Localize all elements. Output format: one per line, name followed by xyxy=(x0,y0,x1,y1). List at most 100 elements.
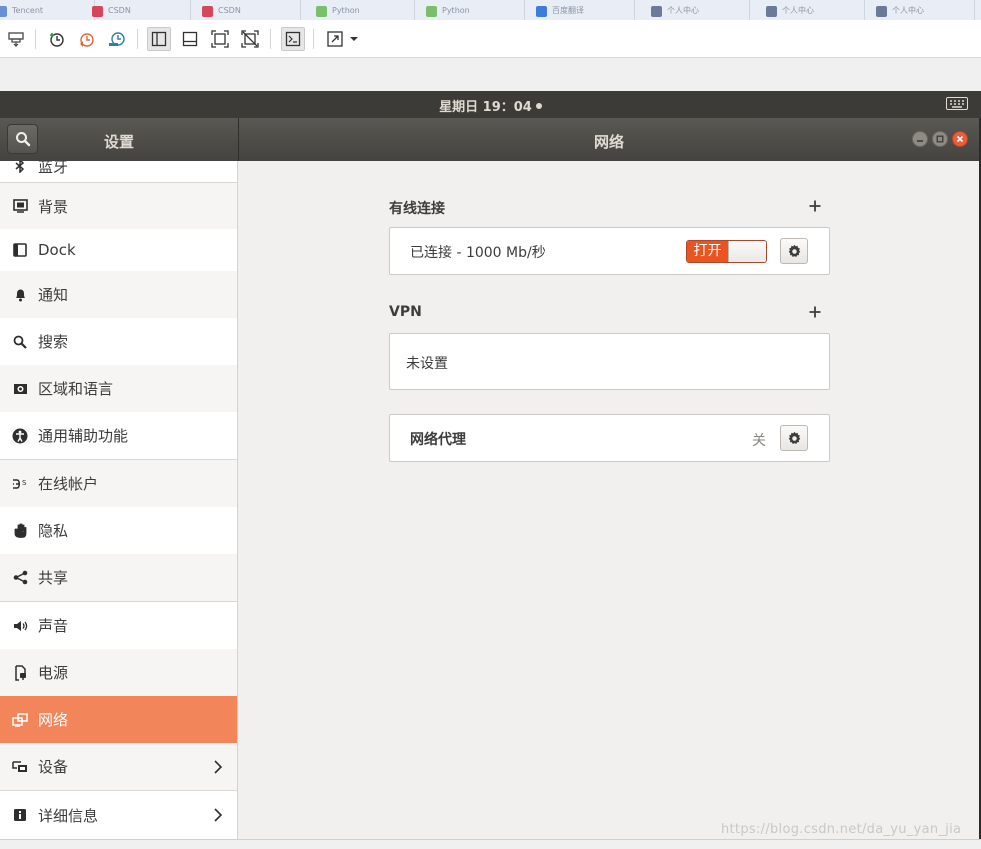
speaker-icon xyxy=(0,619,38,633)
vpn-section-title: VPN xyxy=(389,304,422,320)
wired-section-title: 有线连接 xyxy=(389,201,445,217)
sidebar-title: 设置 xyxy=(103,133,134,151)
chevron-down-icon[interactable] xyxy=(347,27,361,51)
devices-icon xyxy=(0,760,38,774)
tab-favicon-icon xyxy=(766,6,777,17)
wired-settings-button[interactable] xyxy=(780,238,808,264)
fullscreen-icon[interactable] xyxy=(208,27,232,51)
hand-icon xyxy=(0,523,38,538)
background-icon xyxy=(0,199,38,213)
maximize-button[interactable] xyxy=(932,131,948,147)
sidebar-item-bluetooth[interactable]: 蓝牙 xyxy=(0,161,237,183)
sidebar-item-privacy[interactable]: 隐私 xyxy=(0,507,237,554)
gear-icon xyxy=(788,431,800,444)
sidebar-item-background[interactable]: 背景 xyxy=(0,183,237,229)
network-panel: 有线连接 已连接 - 1000 Mb/秒 打开 VPN 未设置 网络代理 关 xyxy=(239,161,979,839)
network-icon xyxy=(0,712,38,727)
close-button[interactable] xyxy=(952,131,968,147)
header-bar: 设置 网络 xyxy=(0,118,979,161)
close-icon xyxy=(956,135,964,143)
sidebar-item-region-language[interactable]: 区域和语言 xyxy=(0,365,237,412)
host-tab[interactable]: Python xyxy=(310,0,415,20)
sidebar-view-icon[interactable] xyxy=(147,27,171,51)
sidebar-item-online-accounts[interactable]: S 在线帐户 xyxy=(0,460,237,507)
tab-favicon-icon xyxy=(426,6,437,17)
tab-favicon-icon xyxy=(316,6,327,17)
svg-text:S: S xyxy=(22,479,27,487)
host-tab[interactable]: CSDN xyxy=(86,0,191,20)
minimize-button[interactable] xyxy=(912,131,928,147)
tab-favicon-icon xyxy=(536,6,547,17)
bluetooth-icon xyxy=(0,161,38,173)
chevron-right-icon xyxy=(213,759,223,778)
search-icon xyxy=(0,335,38,349)
dock-icon xyxy=(0,243,38,257)
host-tab-strip: Tencent CSDN CSDN Python Python 百度翻译 个人中… xyxy=(0,0,981,20)
proxy-settings-button[interactable] xyxy=(780,425,808,451)
settings-window: 设置 网络 蓝牙 背景 Dock 通知 搜索 区域和语言 通用辅助功能 S 在线… xyxy=(0,118,979,839)
host-tab[interactable]: 百度翻译 xyxy=(530,0,635,20)
sidebar-item-details[interactable]: 详细信息 xyxy=(0,791,237,839)
keyboard-icon[interactable] xyxy=(946,97,968,110)
bell-icon xyxy=(0,288,38,302)
share-icon xyxy=(0,570,38,585)
info-icon xyxy=(0,808,38,822)
vm-gap xyxy=(0,58,981,91)
snapshot-take-icon[interactable] xyxy=(45,27,69,51)
host-tab[interactable]: CSDN xyxy=(196,0,301,20)
accessibility-icon xyxy=(0,428,38,444)
host-tab[interactable]: 个人中心 xyxy=(645,0,750,20)
vm-toolbar xyxy=(0,20,981,58)
thumbnail-view-icon[interactable] xyxy=(178,27,202,51)
sidebar-item-power[interactable]: 电源 xyxy=(0,649,237,696)
unity-mode-icon[interactable] xyxy=(238,27,262,51)
vm-status-bar xyxy=(0,839,981,849)
sidebar-item-notifications[interactable]: 通知 xyxy=(0,271,237,318)
switch-knob xyxy=(728,241,766,262)
tab-favicon-icon xyxy=(651,6,662,17)
sidebar-item-accessibility[interactable]: 通用辅助功能 xyxy=(0,412,237,459)
tab-favicon-icon xyxy=(0,6,7,17)
wired-status: 已连接 - 1000 Mb/秒 xyxy=(410,245,546,261)
add-vpn-button[interactable] xyxy=(808,302,822,322)
snapshot-revert-icon[interactable] xyxy=(75,27,99,51)
switch-on-label: 打开 xyxy=(687,241,728,262)
online-accounts-icon: S xyxy=(0,477,38,491)
wired-connection-row: 已连接 - 1000 Mb/秒 打开 xyxy=(389,227,830,275)
proxy-state: 关 xyxy=(752,433,766,449)
sidebar-item-devices[interactable]: 设备 xyxy=(0,743,237,790)
tab-favicon-icon xyxy=(876,6,887,17)
send-ctrl-alt-del-icon[interactable] xyxy=(4,27,28,51)
proxy-row[interactable]: 网络代理 关 xyxy=(389,414,830,462)
stretch-view-icon[interactable] xyxy=(323,27,347,51)
host-tab[interactable]: Tencent xyxy=(0,0,95,20)
snapshot-manager-icon[interactable] xyxy=(105,27,129,51)
add-wired-button[interactable] xyxy=(808,196,822,216)
host-tab[interactable]: Python xyxy=(420,0,525,20)
tab-favicon-icon xyxy=(202,6,213,17)
minimize-icon xyxy=(917,140,923,142)
host-tab[interactable]: 个人中心 xyxy=(870,0,975,20)
vpn-empty-text: 未设置 xyxy=(406,356,448,372)
watermark: https://blog.csdn.net/da_yu_yan_jia xyxy=(721,822,962,837)
sidebar-item-network[interactable]: 网络 xyxy=(0,696,237,743)
flag-icon xyxy=(0,383,38,395)
power-icon xyxy=(0,664,38,681)
clock[interactable]: 星期日 19：04 xyxy=(0,96,981,115)
top-panel: 星期日 19：04 xyxy=(0,91,981,118)
sidebar-item-sharing[interactable]: 共享 xyxy=(0,554,237,601)
plus-icon xyxy=(809,200,821,212)
plus-icon xyxy=(809,306,821,318)
console-view-icon[interactable] xyxy=(281,27,305,51)
settings-sidebar: 蓝牙 背景 Dock 通知 搜索 区域和语言 通用辅助功能 S 在线帐户 隐私 … xyxy=(0,161,238,839)
notification-dot-icon xyxy=(535,103,542,109)
sidebar-item-dock[interactable]: Dock xyxy=(0,229,237,271)
proxy-label: 网络代理 xyxy=(410,432,466,448)
sidebar-item-sound[interactable]: 声音 xyxy=(0,602,237,649)
page-title: 网络 xyxy=(593,133,624,151)
vpn-list: 未设置 xyxy=(389,333,830,390)
host-tab[interactable]: 个人中心 xyxy=(760,0,865,20)
maximize-icon xyxy=(936,135,944,143)
wired-toggle-switch[interactable]: 打开 xyxy=(686,240,767,263)
sidebar-item-search[interactable]: 搜索 xyxy=(0,318,237,365)
